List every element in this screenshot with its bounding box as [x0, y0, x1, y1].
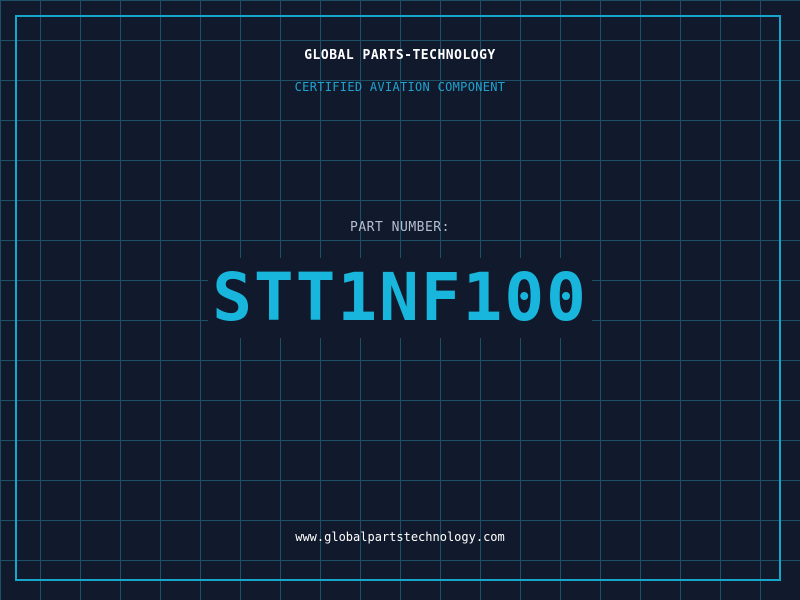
- part-number-value: STT1NF100: [208, 258, 592, 338]
- website-url: www.globalpartstechnology.com: [295, 530, 505, 544]
- part-number-container: STT1NF100: [0, 258, 800, 338]
- company-name: GLOBAL PARTS-TECHNOLOGY: [304, 48, 496, 63]
- tagline: CERTIFIED AVIATION COMPONENT: [294, 80, 506, 94]
- label-card: GLOBAL PARTS-TECHNOLOGY CERTIFIED AVIATI…: [0, 0, 800, 600]
- part-number-label: PART NUMBER:: [350, 220, 450, 235]
